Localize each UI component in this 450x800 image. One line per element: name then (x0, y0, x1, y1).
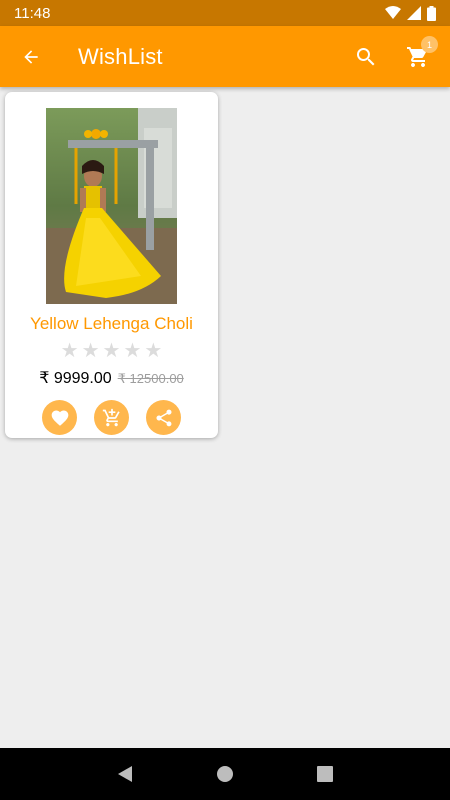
heart-icon (51, 410, 68, 426)
back-button[interactable] (0, 26, 62, 87)
share-button[interactable] (146, 400, 181, 435)
arrow-back-icon (24, 49, 38, 64)
star-icon: ★ (123, 340, 142, 362)
cart-count-badge: 1 (421, 36, 438, 53)
add-to-cart-button[interactable] (94, 400, 129, 435)
star-icon: ★ (60, 340, 79, 362)
star-icon: ★ (81, 340, 100, 362)
nav-recents-button[interactable] (305, 754, 345, 794)
wishlist-content: Yellow Lehenga Choli ★ ★ ★ ★ ★ ₹ 9999.00… (0, 87, 450, 748)
share-icon (156, 409, 171, 426)
battery-icon (427, 5, 436, 21)
product-photo (46, 108, 177, 304)
system-nav-bar (0, 748, 450, 800)
cart-button[interactable]: 1 (392, 26, 444, 87)
app-bar: WishList 1 (0, 26, 450, 87)
wifi-icon (385, 6, 401, 19)
card-actions (5, 400, 218, 435)
signal-icon (407, 6, 421, 20)
square-recents-icon (317, 766, 333, 782)
product-image[interactable] (46, 108, 177, 304)
search-icon (357, 47, 375, 65)
current-price: ₹ 9999.00 (39, 370, 112, 387)
star-icon: ★ (102, 340, 121, 362)
rating-stars: ★ ★ ★ ★ ★ (5, 341, 218, 361)
circle-home-icon (217, 766, 233, 782)
original-price: ₹ 12500.00 (117, 371, 184, 386)
triangle-back-icon (118, 766, 132, 782)
nav-home-button[interactable] (205, 754, 245, 794)
search-button[interactable] (340, 26, 392, 87)
status-time: 11:48 (14, 4, 51, 22)
product-name[interactable]: Yellow Lehenga Choli (5, 314, 218, 334)
nav-back-button[interactable] (105, 754, 145, 794)
status-icons (385, 5, 436, 21)
add-cart-icon (102, 408, 120, 426)
price-row: ₹ 9999.00 ₹ 12500.00 (5, 368, 218, 388)
status-bar: 11:48 (0, 0, 450, 26)
star-icon: ★ (144, 340, 163, 362)
page-title: WishList (78, 43, 163, 69)
wishlist-toggle-button[interactable] (42, 400, 77, 435)
product-card[interactable]: Yellow Lehenga Choli ★ ★ ★ ★ ★ ₹ 9999.00… (5, 92, 218, 438)
